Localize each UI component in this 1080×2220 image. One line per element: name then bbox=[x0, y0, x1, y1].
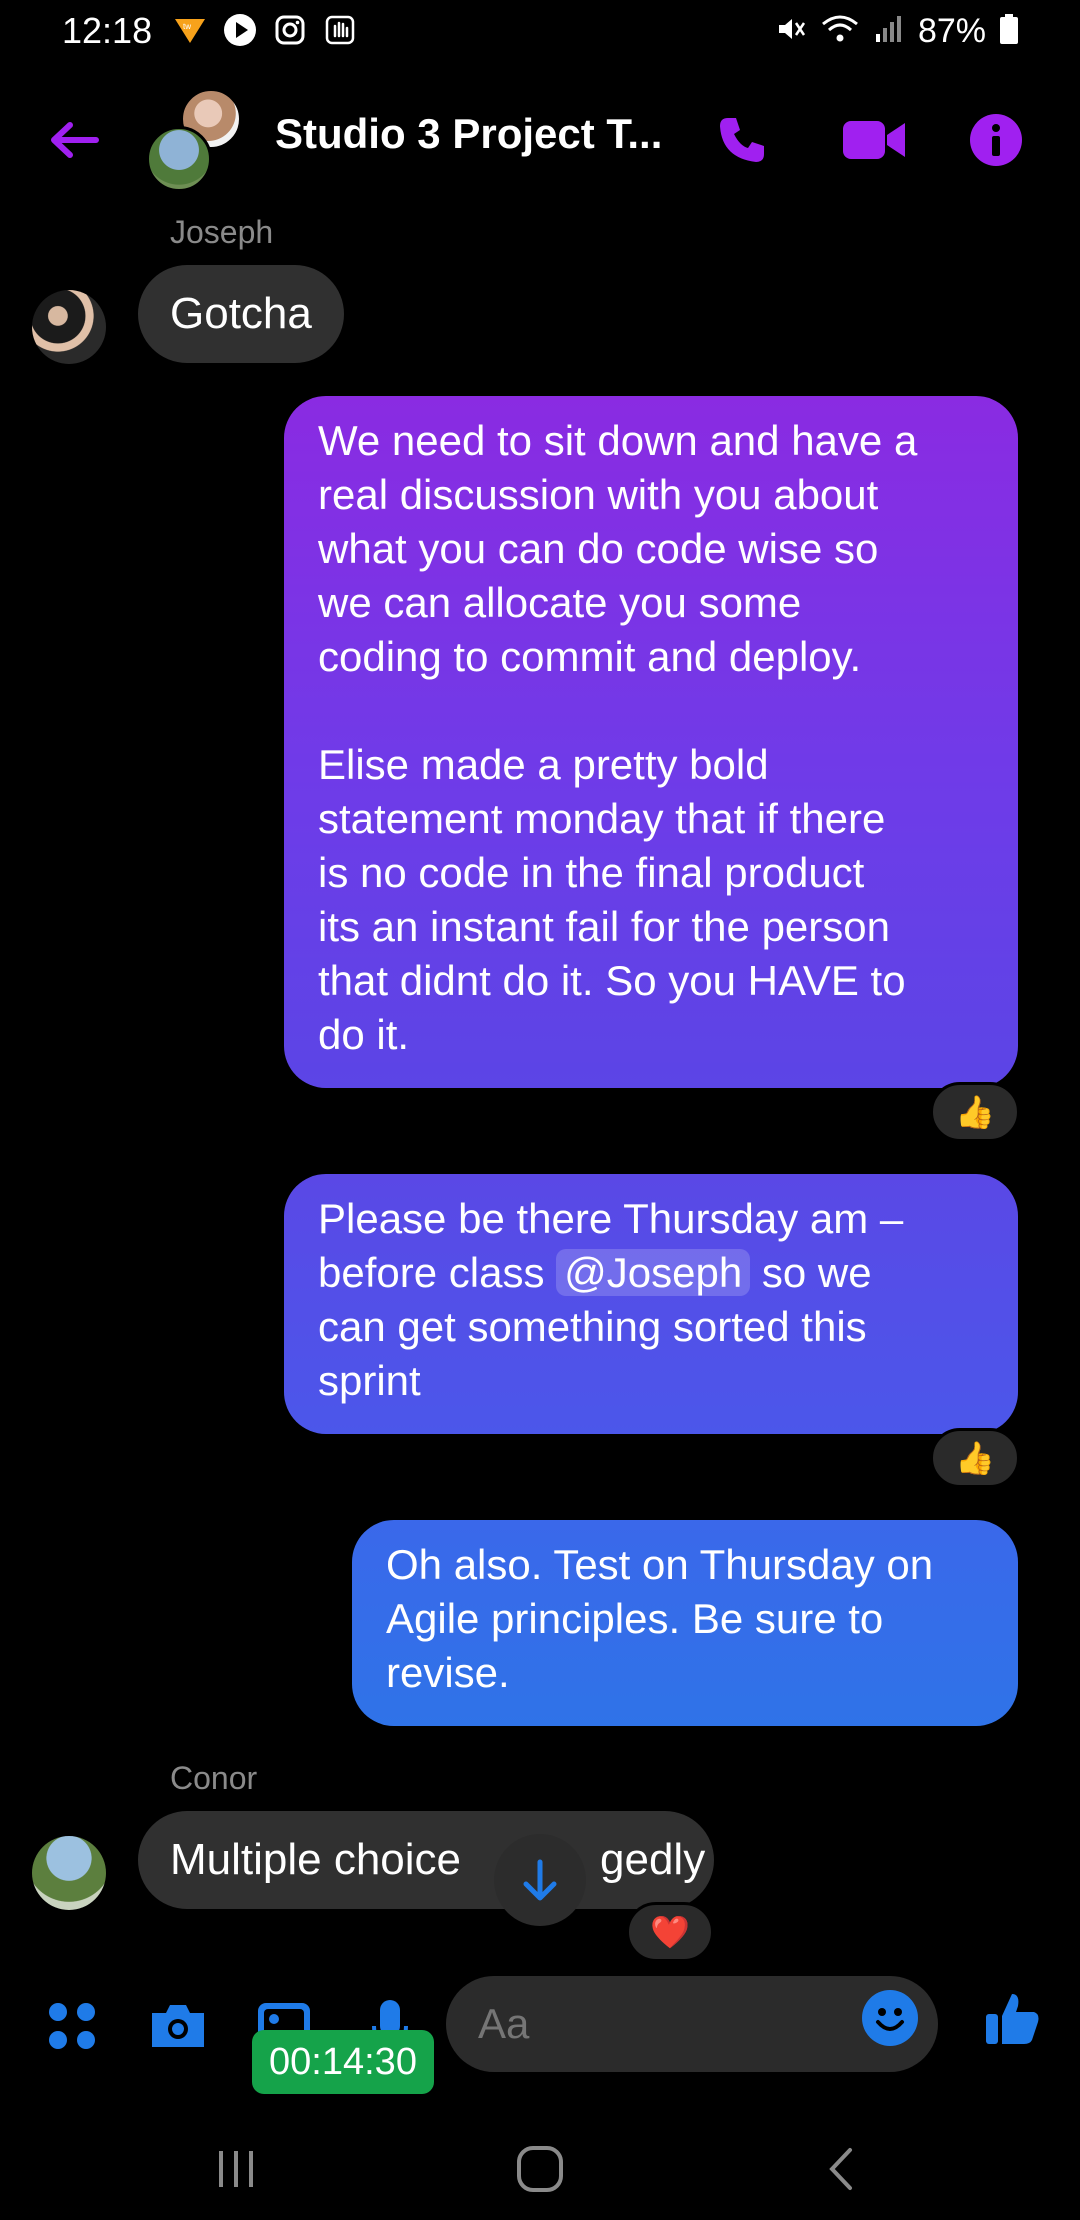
back-icon bbox=[829, 2148, 852, 2190]
battery-percent: 87% bbox=[917, 12, 986, 50]
signal-icon bbox=[872, 12, 906, 51]
message-text: Multiple choice bbox=[170, 1835, 462, 1884]
camera-icon bbox=[152, 2005, 204, 2047]
system-nav-bar bbox=[0, 2120, 1080, 2220]
home-button[interactable] bbox=[500, 2134, 580, 2204]
message-bubble[interactable]: We need to sit down and have a real disc… bbox=[284, 396, 1018, 1088]
video-icon bbox=[843, 121, 905, 159]
home-icon bbox=[517, 2146, 563, 2192]
video-call-button[interactable] bbox=[836, 108, 912, 172]
conversation-title[interactable]: Studio 3 Project T... bbox=[275, 110, 662, 158]
sender-name: Conor bbox=[170, 1760, 258, 1796]
play-icon bbox=[222, 12, 258, 48]
more-actions-button[interactable] bbox=[40, 1994, 104, 2058]
emoji-button[interactable] bbox=[862, 1990, 918, 2046]
message-bubble[interactable]: Please be there Thursday am – before cla… bbox=[284, 1174, 1018, 1434]
app-notification-icon: tw bbox=[172, 12, 208, 48]
avatar[interactable] bbox=[32, 1836, 106, 1910]
hand-icon bbox=[322, 12, 358, 48]
back-button[interactable] bbox=[44, 110, 104, 170]
reaction-badge[interactable]: ❤️ bbox=[626, 1902, 714, 1962]
message-bubble[interactable]: Gotcha bbox=[138, 265, 344, 363]
message-text: gedly bbox=[600, 1835, 706, 1884]
avatar bbox=[146, 126, 212, 192]
back-arrow-icon bbox=[51, 122, 99, 158]
mention-tag[interactable]: @Joseph bbox=[556, 1249, 751, 1296]
audio-call-button[interactable] bbox=[710, 108, 774, 172]
instagram-icon bbox=[272, 12, 308, 48]
battery-icon bbox=[998, 12, 1020, 51]
back-nav-button[interactable] bbox=[800, 2134, 880, 2204]
reaction-badge[interactable]: 👍 bbox=[930, 1428, 1020, 1488]
message-bubble[interactable]: Multiple choice gedly bbox=[138, 1811, 714, 1909]
notification-icons: tw bbox=[172, 12, 358, 48]
recent-apps-button[interactable] bbox=[196, 2134, 276, 2204]
svg-text:tw: tw bbox=[183, 22, 191, 31]
like-button[interactable] bbox=[980, 1986, 1044, 2050]
reaction-badge[interactable]: 👍 bbox=[930, 1082, 1020, 1142]
scroll-to-bottom-button[interactable] bbox=[494, 1834, 586, 1926]
wifi-icon bbox=[820, 12, 860, 51]
info-icon bbox=[970, 114, 1022, 166]
conversation-header: Studio 3 Project T... bbox=[0, 80, 1080, 200]
composer bbox=[0, 1976, 1080, 2076]
phone-icon bbox=[720, 118, 764, 162]
arrow-down-icon bbox=[523, 1859, 557, 1901]
message-bubble[interactable]: Oh also. Test on Thursday on Agile princ… bbox=[352, 1520, 1018, 1726]
mute-icon bbox=[774, 12, 808, 51]
group-avatar[interactable] bbox=[146, 86, 246, 196]
menu-grid-icon bbox=[49, 2003, 95, 2049]
recent-apps-icon bbox=[219, 2151, 253, 2187]
camera-button[interactable] bbox=[146, 1994, 210, 2058]
status-time: 12:18 bbox=[62, 10, 153, 51]
system-status: 87% bbox=[774, 12, 1020, 51]
status-bar: 12:18 tw 87% bbox=[0, 0, 1080, 64]
info-button[interactable] bbox=[964, 108, 1028, 172]
thumbs-up-icon bbox=[986, 1994, 1039, 2044]
recording-timer: 00:14:30 bbox=[252, 2030, 434, 2094]
sender-name: Joseph bbox=[170, 214, 274, 250]
avatar[interactable] bbox=[32, 290, 106, 364]
emoji-icon bbox=[864, 1992, 916, 2044]
